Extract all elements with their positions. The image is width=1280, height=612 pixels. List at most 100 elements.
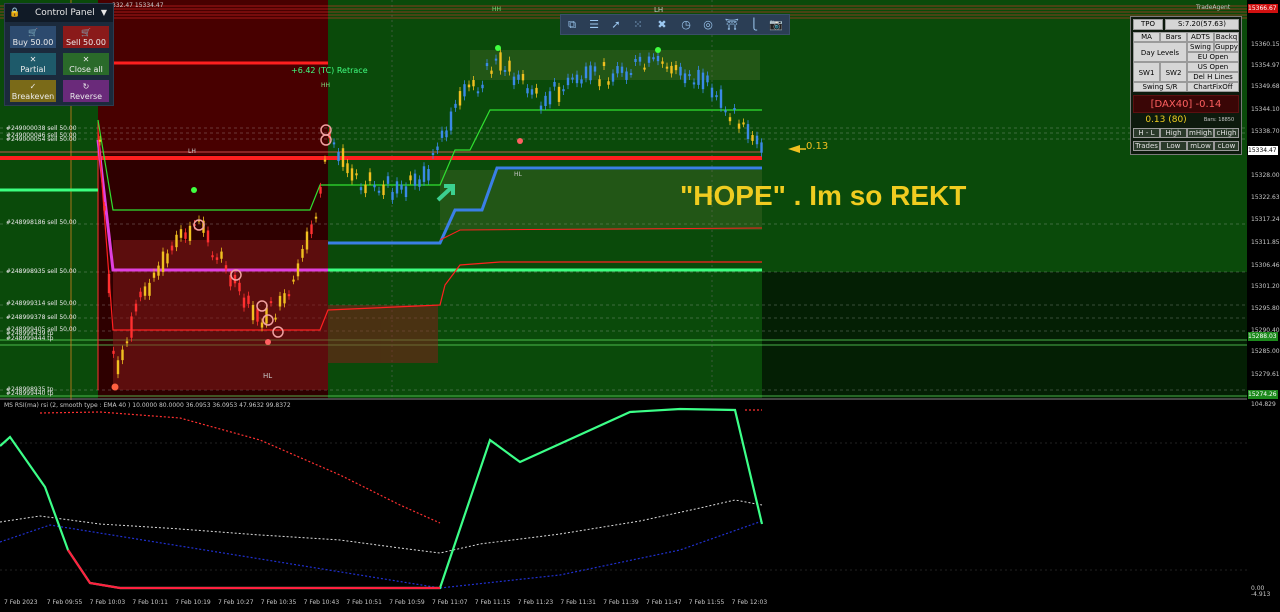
clock-icon[interactable]: ◷ bbox=[678, 17, 694, 32]
candle-body bbox=[251, 305, 255, 321]
h-l-button[interactable]: H - L bbox=[1133, 128, 1160, 138]
order-label[interactable]: #249000054 sell 50.00 bbox=[6, 136, 77, 143]
eu-open-button[interactable]: EU Open bbox=[1187, 52, 1239, 62]
candle-body bbox=[589, 65, 592, 81]
adts-button[interactable]: ADTS bbox=[1187, 32, 1214, 42]
candle-body bbox=[364, 184, 367, 194]
control-panel-title: Control Panel bbox=[35, 8, 95, 18]
candle-body bbox=[629, 72, 633, 75]
us-open-button[interactable]: US Open bbox=[1187, 62, 1239, 72]
chevron-down-icon[interactable]: ▼ bbox=[101, 4, 107, 22]
candle-body bbox=[418, 179, 421, 187]
buy-button[interactable]: 🛒 Buy 50.00 bbox=[10, 26, 56, 48]
control-panel-header[interactable]: 🔒 Control Panel ▼ bbox=[5, 4, 113, 22]
swing-button[interactable]: Swing bbox=[1187, 42, 1214, 52]
candle-body bbox=[301, 248, 304, 258]
candle-body bbox=[314, 216, 318, 219]
order-label[interactable]: #248999444 tp bbox=[6, 335, 53, 342]
order-label[interactable]: #248999378 sell 50.00 bbox=[6, 314, 77, 321]
order-label[interactable]: #248999314 sell 50.00 bbox=[6, 300, 77, 307]
price-chart[interactable] bbox=[0, 0, 1280, 612]
candle-body bbox=[238, 282, 241, 292]
candle-body bbox=[391, 191, 394, 200]
candle-body bbox=[607, 81, 610, 85]
candle-body bbox=[449, 111, 453, 131]
bull-zone-right bbox=[762, 272, 1247, 398]
chart-fix-button[interactable]: ChartFixOff bbox=[1187, 82, 1239, 92]
candle-body bbox=[130, 316, 133, 338]
ma-button[interactable]: MA bbox=[1133, 32, 1160, 42]
candle-body bbox=[485, 63, 489, 67]
clow-button[interactable]: cLow bbox=[1214, 141, 1239, 151]
split-icon[interactable]: ⎩ bbox=[746, 17, 762, 32]
rsi-bottom-value: -4.913 bbox=[1251, 591, 1271, 598]
low-button[interactable]: Low bbox=[1160, 141, 1187, 151]
candle-body bbox=[593, 66, 597, 72]
sw2-button[interactable]: SW2 bbox=[1160, 62, 1187, 82]
price-tick-label: 15290.40 bbox=[1251, 327, 1280, 334]
sell-button[interactable]: 🛒 Sell 50.00 bbox=[63, 26, 109, 48]
order-label[interactable]: #249000038 sell 50.00 bbox=[6, 125, 77, 132]
swing-sr-button[interactable]: Swing S/R bbox=[1133, 82, 1187, 92]
bucket-icon[interactable]: ⛩ bbox=[724, 17, 740, 32]
candle-body bbox=[665, 66, 669, 69]
sw1-button[interactable]: SW1 bbox=[1133, 62, 1160, 82]
breakeven-button[interactable]: ✓ Breakeven bbox=[10, 80, 56, 102]
candle-body bbox=[706, 75, 709, 83]
windows-icon[interactable]: ⧉ bbox=[564, 17, 580, 32]
high-button[interactable]: High bbox=[1160, 128, 1187, 138]
day-levels-button[interactable]: Day Levels bbox=[1133, 42, 1187, 62]
candle-body bbox=[602, 62, 606, 67]
screenshot-icon[interactable]: 📷 bbox=[768, 17, 784, 32]
price-tick-label: 15295.80 bbox=[1251, 305, 1280, 312]
order-label[interactable]: #248999440 tp bbox=[6, 390, 53, 397]
time-tick-label: 7 Feb 10:19 bbox=[175, 599, 211, 606]
candle-body bbox=[521, 73, 525, 81]
candle-body bbox=[440, 130, 444, 138]
price-tick-label: 15306.46 bbox=[1251, 262, 1280, 269]
menu-icon[interactable]: ☰ bbox=[586, 17, 602, 32]
candle-body bbox=[679, 66, 682, 76]
order-label[interactable]: #248998186 sell 50.00 bbox=[6, 219, 77, 226]
candle-body bbox=[575, 74, 579, 84]
line-icon[interactable]: ➚ bbox=[608, 17, 624, 32]
hl-label-right: HL bbox=[514, 171, 522, 178]
chigh-button[interactable]: cHigh bbox=[1214, 128, 1239, 138]
order-label[interactable]: #248998935 sell 50.00 bbox=[6, 268, 77, 275]
tpo-button[interactable]: TPO bbox=[1133, 19, 1163, 30]
mlow-button[interactable]: mLow bbox=[1187, 141, 1214, 151]
reverse-button[interactable]: ↻ Reverse bbox=[63, 80, 109, 102]
candle-body bbox=[598, 79, 601, 87]
guppy-button[interactable]: Guppy bbox=[1214, 42, 1239, 52]
candle-body bbox=[701, 72, 705, 90]
hope-annotation: "HOPE" . Im so REKT bbox=[680, 180, 967, 211]
del-h-lines-button[interactable]: Del H Lines bbox=[1187, 72, 1239, 82]
bear-zone-top bbox=[98, 0, 328, 155]
close-x-icon: ✕ bbox=[29, 55, 37, 64]
candle-body bbox=[413, 173, 417, 186]
fib-icon[interactable]: ⁙ bbox=[630, 17, 646, 32]
candle-body bbox=[670, 65, 673, 74]
backq-button[interactable]: Backq bbox=[1214, 32, 1239, 42]
candle-body bbox=[742, 122, 745, 125]
candle-body bbox=[323, 159, 327, 162]
time-tick-label: 7 Feb 10:43 bbox=[303, 599, 340, 606]
candle-body bbox=[220, 251, 223, 259]
candle-body bbox=[647, 56, 651, 63]
candle-body bbox=[616, 66, 619, 74]
crosshair-icon[interactable]: ✖ bbox=[654, 17, 670, 32]
bars-button[interactable]: Bars bbox=[1160, 32, 1187, 42]
mhigh-button[interactable]: mHigh bbox=[1187, 128, 1214, 138]
lock-icon[interactable]: 🔒 bbox=[9, 4, 20, 22]
price-tick-label: 15349.68 bbox=[1251, 83, 1280, 90]
candle-body bbox=[760, 142, 763, 153]
candle-body bbox=[674, 65, 678, 71]
candle-body bbox=[278, 295, 282, 307]
price-tick-label: 15317.24 bbox=[1251, 216, 1280, 223]
partial-button[interactable]: ✕ Partial bbox=[10, 53, 56, 75]
candle-body bbox=[157, 265, 160, 276]
candle-body bbox=[512, 76, 516, 86]
trades-button[interactable]: Trades bbox=[1133, 141, 1160, 151]
close-all-button[interactable]: ✕ Close all bbox=[63, 53, 109, 75]
target-icon[interactable]: ◎ bbox=[700, 17, 716, 32]
